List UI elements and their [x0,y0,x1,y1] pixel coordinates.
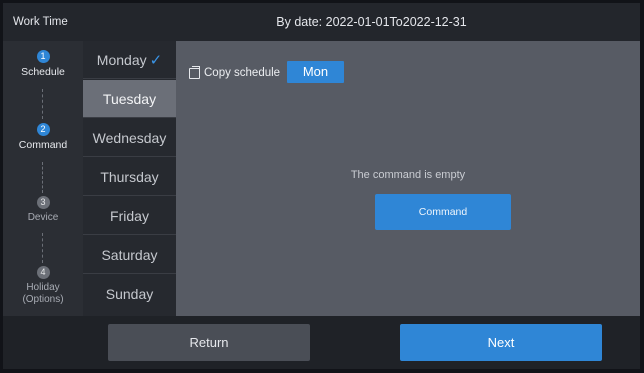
step-number-1: 1 [36,50,50,63]
empty-message: The command is empty [350,169,466,181]
day-list: Monday ✓ Tuesday Wednesday Thursday Frida… [83,41,176,316]
step-sidebar: 1 Schedule 2 Command 3 Device 4 Holiday … [3,41,83,316]
day-item-sunday[interactable]: Sunday [83,275,176,313]
date-range: By date: 2022-01-01To2022-12-31 [276,15,467,29]
step-label-holiday: Holiday (Options) [3,282,83,306]
step-connector [42,233,43,263]
copy-schedule-label: Copy schedule [204,67,281,79]
step-label-schedule: Schedule [21,66,65,78]
day-item-friday[interactable]: Friday [83,197,176,235]
day-item-tuesday[interactable]: Tuesday [83,80,176,118]
day-item-wednesday[interactable]: Wednesday [83,119,176,157]
app-window: Work Time By date: 2022-01-01To2022-12-3… [3,3,640,369]
step-number-3: 3 [36,196,50,209]
copy-schedule-toggle[interactable]: Copy schedule [189,61,280,85]
return-button[interactable]: Return [108,324,310,361]
copy-icon [189,65,200,79]
step-label-holiday-line2: (Options) [22,294,64,305]
day-label-thursday: Thursday [100,169,159,185]
day-label-tuesday: Tuesday [102,91,157,107]
step-schedule[interactable]: 1 Schedule [3,50,83,78]
day-label-monday: Monday [96,52,147,68]
step-device[interactable]: 3 Device [3,196,83,224]
next-button[interactable]: Next [400,324,602,361]
day-label-wednesday: Wednesday [92,130,167,146]
day-label-sunday: Sunday [105,286,154,302]
day-item-saturday[interactable]: Saturday [83,236,176,274]
bottom-bar: Return Next [3,316,640,369]
check-icon: ✓ [149,52,163,69]
schedule-content: Copy schedule Mon The command is empty C… [176,41,640,316]
step-connector [42,89,43,119]
step-label-command: Command [18,139,68,151]
command-button[interactable]: Command [375,194,511,230]
day-item-thursday[interactable]: Thursday [83,158,176,196]
copy-day-button[interactable]: Mon [287,61,344,83]
day-item-monday[interactable]: Monday ✓ [83,41,176,79]
step-holiday[interactable]: 4 Holiday (Options) [3,266,83,306]
step-connector [42,162,43,193]
top-bar: Work Time By date: 2022-01-01To2022-12-3… [3,3,640,41]
step-command[interactable]: 2 Command [3,123,83,151]
step-number-4: 4 [36,266,50,279]
step-label-holiday-line1: Holiday [26,282,60,293]
step-label-device: Device [27,212,59,223]
step-number-2: 2 [36,123,50,136]
day-label-saturday: Saturday [101,247,158,263]
day-label-friday: Friday [110,208,149,224]
